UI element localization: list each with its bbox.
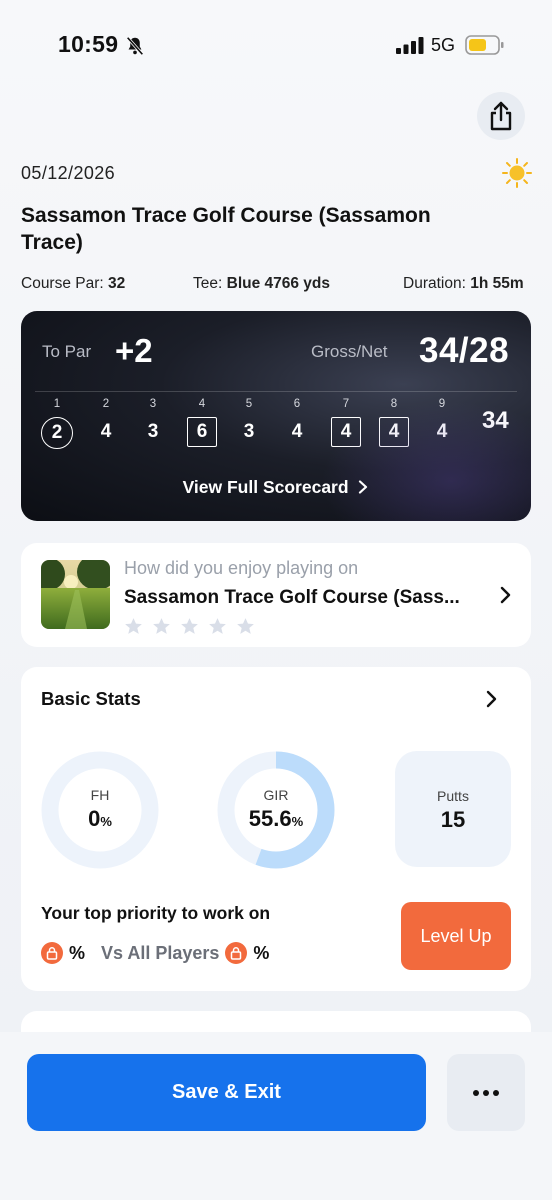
level-up-button[interactable]: Level Up xyxy=(401,902,511,970)
star-icon[interactable] xyxy=(236,617,255,636)
tee-info: Tee: Blue 4766 yds xyxy=(193,275,331,292)
chevron-right-icon xyxy=(500,586,511,604)
course-rating-card[interactable]: How did you enjoy playing on Sassamon Tr… xyxy=(21,543,531,647)
scorecard-divider xyxy=(35,391,517,392)
hole-score: 2 xyxy=(41,417,73,449)
course-par: Course Par: 32 xyxy=(21,275,126,292)
course-thumbnail xyxy=(41,560,110,629)
more-options-button[interactable] xyxy=(447,1054,525,1131)
hole-5: 53 xyxy=(229,397,269,449)
hole-score: 3 xyxy=(243,421,255,442)
hole-6: 64 xyxy=(277,397,317,449)
hole-score: 4 xyxy=(331,417,361,447)
more-dot xyxy=(493,1089,499,1096)
fh-value: 0% xyxy=(88,806,112,831)
all-players-percent: % xyxy=(253,942,270,963)
hole-number: 7 xyxy=(342,398,350,410)
to-par-label: To Par xyxy=(42,342,92,361)
gross-net-label: Gross/Net xyxy=(311,342,388,361)
share-button[interactable] xyxy=(477,92,525,140)
priority-comparison: % Vs All Players % xyxy=(41,940,269,966)
hole-9: 94 xyxy=(422,397,462,449)
putts-label: Putts xyxy=(437,788,469,804)
star-icon[interactable] xyxy=(180,617,199,636)
hole-score: 4 xyxy=(379,417,409,447)
battery-icon xyxy=(465,35,504,55)
cellular-signal-icon xyxy=(396,37,424,54)
bell-off-icon xyxy=(126,36,144,56)
hole-score: 6 xyxy=(187,417,217,447)
share-icon xyxy=(490,101,512,131)
rating-question: How did you enjoy playing on xyxy=(124,558,359,578)
scorecard-summary[interactable]: To Par +2 Gross/Net 34/28 12243346536474… xyxy=(21,311,531,521)
hole-8: 84 xyxy=(374,397,414,447)
hole-4: 46 xyxy=(182,397,222,447)
putts-value: 15 xyxy=(440,807,466,832)
lock-icon xyxy=(225,942,248,964)
status-time: 10:59 xyxy=(58,31,119,57)
total-score: 34 xyxy=(482,407,509,434)
hole-score: 3 xyxy=(147,421,159,442)
hole-number: 5 xyxy=(245,398,253,410)
star-icon[interactable] xyxy=(152,617,171,636)
gir-label: GIR xyxy=(263,787,289,803)
hole-number: 1 xyxy=(53,398,61,410)
hole-number: 8 xyxy=(390,398,398,410)
fh-label: FH xyxy=(90,787,110,803)
hole-score: 4 xyxy=(436,421,448,442)
hole-score: 4 xyxy=(100,421,112,442)
hole-number: 2 xyxy=(102,398,110,410)
gross-net-value: 34/28 xyxy=(419,331,510,370)
to-par-value: +2 xyxy=(115,332,153,369)
course-meta: Course Par: 32 Tee: Blue 4766 yds Durati… xyxy=(21,275,531,295)
gir-value: 55.6% xyxy=(248,806,304,831)
status-bar: 10:59 5G xyxy=(0,0,552,90)
hole-3: 33 xyxy=(133,397,173,449)
rating-course-name: Sassamon Trace Golf Course (Sass... xyxy=(124,587,460,608)
hole-number: 6 xyxy=(293,398,301,410)
view-full-scorecard-link[interactable]: View Full Scorecard xyxy=(21,477,531,498)
sun-icon xyxy=(502,158,532,188)
top-priority-label: Your top priority to work on xyxy=(41,903,271,923)
lock-icon xyxy=(41,942,63,964)
hole-number: 4 xyxy=(198,398,206,410)
hole-1: 12 xyxy=(37,397,77,449)
basic-stats-title: Basic Stats xyxy=(41,688,141,709)
basic-stats-card: Basic Stats FH 0% GIR 55.6% Putts 15 You… xyxy=(21,667,531,991)
course-title: Sassamon Trace Golf Course (Sassamon Tra… xyxy=(21,204,431,254)
save-exit-button[interactable]: Save & Exit xyxy=(27,1054,426,1131)
hole-score: 4 xyxy=(291,421,303,442)
star-icon[interactable] xyxy=(208,617,227,636)
priority-percent: % xyxy=(69,942,86,963)
star-icon[interactable] xyxy=(124,617,143,636)
putts-stat: Putts 15 xyxy=(395,751,511,867)
hole-7: 74 xyxy=(326,397,366,447)
duration-info: Duration: 1h 55m xyxy=(403,275,524,292)
more-dot xyxy=(473,1089,479,1096)
hole-2: 24 xyxy=(86,397,126,449)
star-rating[interactable] xyxy=(124,617,255,637)
round-date: 05/12/2026 xyxy=(21,163,116,183)
hole-number: 9 xyxy=(438,398,446,410)
vs-all-players-label: Vs All Players xyxy=(101,942,220,963)
view-full-scorecard-label: View Full Scorecard xyxy=(182,477,349,497)
more-dot xyxy=(483,1089,489,1096)
hole-number: 3 xyxy=(149,398,157,410)
chevron-right-icon[interactable] xyxy=(483,688,501,710)
chevron-right-icon xyxy=(359,480,368,494)
network-type: 5G xyxy=(431,35,456,55)
